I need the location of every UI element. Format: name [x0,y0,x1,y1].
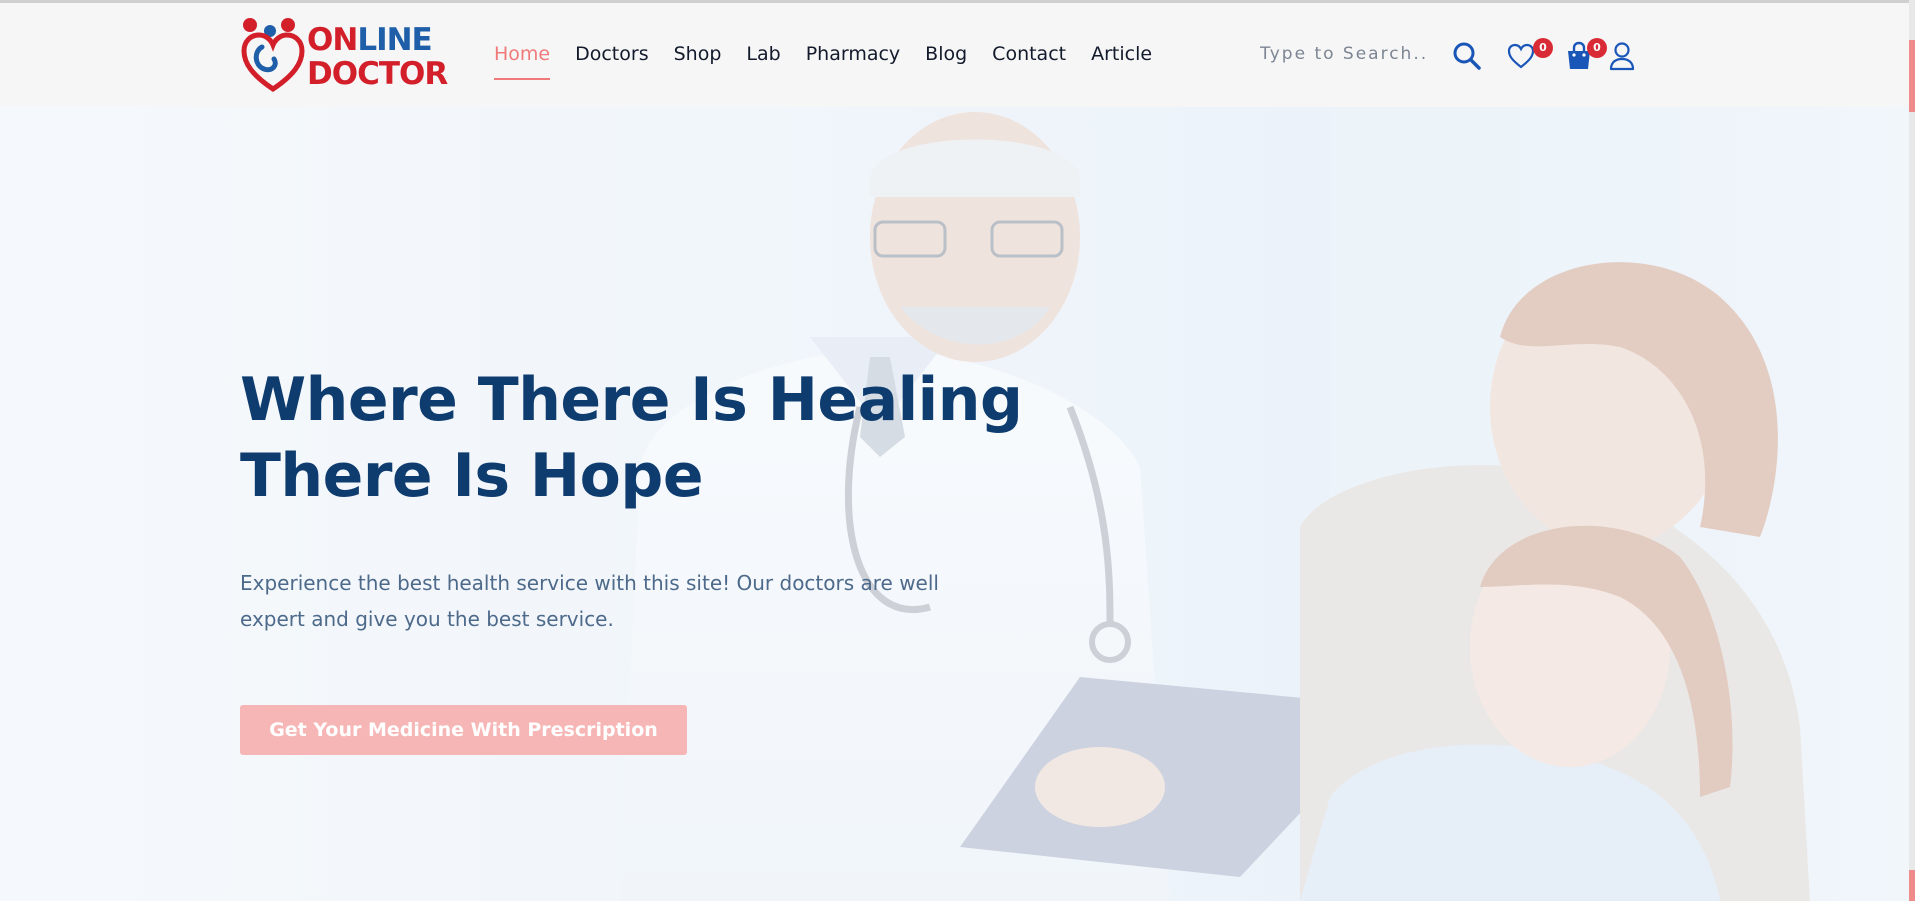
scrollbar-thumb[interactable] [1909,40,1915,112]
hero-title-line2: There Is Hope [240,441,704,511]
cart-count-badge: 0 [1587,38,1607,58]
nav-item-pharmacy[interactable]: Pharmacy [806,43,900,65]
nav-item-home[interactable]: Home [494,43,551,80]
logo-wordmark: ONLINE DOCTOR [307,22,448,92]
heart-icon[interactable] [1506,41,1536,71]
search-icon[interactable] [1452,41,1482,71]
wishlist-count-badge: 0 [1533,38,1553,58]
hero-title: Where There Is Healing There Is Hope [240,362,1023,514]
logo-heart-icon [241,18,305,93]
site-header: ONLINE DOCTOR Home Doctors Shop Lab Phar… [0,3,1909,107]
nav-item-contact[interactable]: Contact [992,43,1066,65]
hero-title-line1: Where There Is Healing [240,365,1023,435]
logo-text-on: ON [307,22,358,58]
page-scrollbar[interactable] [1909,0,1915,901]
nav-item-doctors[interactable]: Doctors [575,43,649,65]
search-input[interactable]: Type to Search.. [1260,44,1428,64]
nav-item-shop[interactable]: Shop [674,43,722,65]
scrollbar-accent [1909,870,1915,901]
hero-description: Experience the best health service with … [240,571,939,631]
logo-text-line: LINE [357,22,432,58]
get-medicine-button[interactable]: Get Your Medicine With Prescription [240,705,687,755]
hero-section: Where There Is Healing There Is Hope Exp… [0,107,1909,901]
site-logo[interactable]: ONLINE DOCTOR [240,17,448,95]
main-nav: Home Doctors Shop Lab Pharmacy Blog Cont… [494,43,1177,80]
nav-item-article[interactable]: Article [1091,43,1152,65]
logo-text-doctor: DOCTOR [307,56,448,92]
nav-item-lab[interactable]: Lab [746,43,780,65]
nav-item-blog[interactable]: Blog [925,43,967,65]
user-icon[interactable] [1608,41,1636,71]
